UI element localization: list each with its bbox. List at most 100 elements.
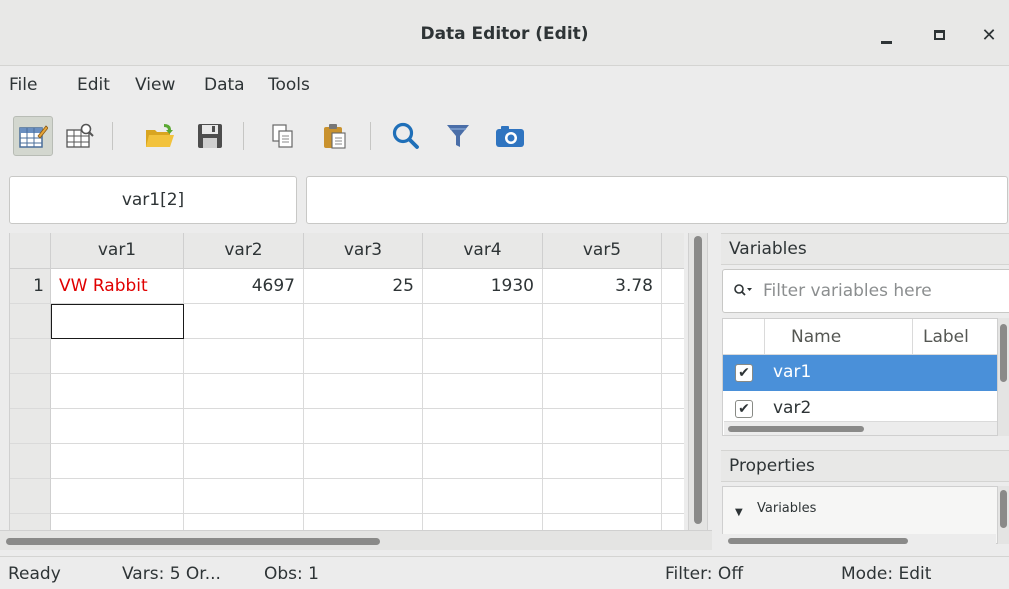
table-cell[interactable] <box>304 514 423 530</box>
scrollbar-thumb[interactable] <box>728 538 908 544</box>
scrollbar-thumb[interactable] <box>694 236 702 524</box>
search-dropdown-icon[interactable] <box>733 283 753 301</box>
table-cell[interactable] <box>423 374 543 409</box>
table-cell[interactable] <box>51 339 184 374</box>
table-cell[interactable]: 4697 <box>184 269 304 304</box>
variable-checkbox[interactable]: ✔ <box>735 364 753 382</box>
table-cell[interactable] <box>423 409 543 444</box>
table-cell[interactable] <box>662 409 684 444</box>
column-header-var1[interactable]: var1 <box>51 233 184 269</box>
row-header[interactable] <box>10 479 51 514</box>
close-button[interactable]: ✕ <box>974 20 1004 50</box>
table-cell[interactable]: 1930 <box>423 269 543 304</box>
name-column-header[interactable]: Name <box>765 319 913 355</box>
table-cell[interactable] <box>184 339 304 374</box>
properties-section-variables[interactable]: Variables <box>757 501 816 516</box>
table-cell[interactable] <box>543 409 662 444</box>
table-cell[interactable] <box>184 374 304 409</box>
menu-data[interactable]: Data <box>204 75 245 95</box>
table-cell[interactable] <box>51 514 184 530</box>
table-cell[interactable] <box>51 444 184 479</box>
variable-filter[interactable] <box>722 269 1009 313</box>
table-cell[interactable] <box>662 269 684 304</box>
corner-header[interactable] <box>10 233 51 269</box>
snapshot-button[interactable] <box>490 116 530 156</box>
table-cell[interactable] <box>423 339 543 374</box>
table-cell[interactable] <box>184 444 304 479</box>
variables-vertical-scrollbar[interactable] <box>998 318 1009 436</box>
label-column-header[interactable]: Label <box>913 319 997 355</box>
table-cell[interactable] <box>51 374 184 409</box>
table-cell[interactable]: 25 <box>304 269 423 304</box>
scrollbar-thumb[interactable] <box>6 538 380 545</box>
variable-filter-input[interactable] <box>763 278 1003 304</box>
paste-button[interactable] <box>315 116 355 156</box>
table-cell[interactable] <box>304 479 423 514</box>
open-button[interactable] <box>140 116 180 156</box>
panel-splitter[interactable] <box>712 233 721 550</box>
row-header[interactable] <box>10 514 51 530</box>
row-header[interactable] <box>10 374 51 409</box>
grid-vertical-scrollbar[interactable] <box>688 233 708 530</box>
table-cell[interactable] <box>304 444 423 479</box>
table-cell[interactable] <box>662 339 684 374</box>
menu-edit[interactable]: Edit <box>77 75 110 95</box>
table-cell[interactable] <box>543 514 662 530</box>
row-header[interactable] <box>10 444 51 479</box>
cell-value-input[interactable] <box>306 176 1008 224</box>
table-cell[interactable] <box>184 514 304 530</box>
save-button[interactable] <box>190 116 230 156</box>
table-cell[interactable] <box>543 444 662 479</box>
menu-view[interactable]: View <box>135 75 175 95</box>
column-header-var2[interactable]: var2 <box>184 233 304 269</box>
scrollbar-thumb[interactable] <box>1000 490 1007 528</box>
scrollbar-thumb[interactable] <box>1000 324 1007 382</box>
table-cell[interactable] <box>304 304 423 339</box>
selected-cell[interactable] <box>51 304 184 339</box>
data-browser-button[interactable] <box>60 116 100 156</box>
table-cell[interactable] <box>662 374 684 409</box>
variable-row-var1[interactable]: ✔ var1 <box>723 355 997 391</box>
table-cell[interactable] <box>662 479 684 514</box>
check-column-header[interactable] <box>723 319 765 355</box>
variables-horizontal-scrollbar[interactable] <box>724 421 997 435</box>
variable-checkbox[interactable]: ✔ <box>735 400 753 418</box>
row-header[interactable] <box>10 409 51 444</box>
data-editor-edit-button[interactable] <box>13 116 53 156</box>
table-cell[interactable] <box>543 479 662 514</box>
row-header[interactable]: 1 <box>10 269 51 304</box>
table-cell[interactable]: VW Rabbit <box>51 269 184 304</box>
table-cell[interactable] <box>662 304 684 339</box>
scrollbar-thumb[interactable] <box>728 426 864 432</box>
row-header[interactable] <box>10 304 51 339</box>
table-cell[interactable] <box>304 339 423 374</box>
table-cell[interactable] <box>304 409 423 444</box>
menu-tools[interactable]: Tools <box>268 75 310 95</box>
table-cell[interactable] <box>662 514 684 530</box>
table-cell[interactable] <box>543 339 662 374</box>
maximize-button[interactable] <box>924 20 954 50</box>
cell-reference-box[interactable]: var1[2] <box>9 176 297 224</box>
table-cell[interactable] <box>184 479 304 514</box>
grid-horizontal-scrollbar[interactable] <box>0 530 712 550</box>
minimize-button[interactable] <box>871 20 901 50</box>
filter-button[interactable] <box>438 116 478 156</box>
table-cell[interactable] <box>184 409 304 444</box>
table-cell[interactable] <box>423 304 543 339</box>
row-header[interactable] <box>10 339 51 374</box>
properties-vertical-scrollbar[interactable] <box>998 486 1009 544</box>
table-cell[interactable] <box>51 479 184 514</box>
search-button[interactable] <box>386 116 426 156</box>
table-cell[interactable] <box>543 374 662 409</box>
table-cell[interactable] <box>184 304 304 339</box>
menu-file[interactable]: File <box>9 75 37 95</box>
table-cell[interactable] <box>543 304 662 339</box>
table-cell[interactable]: 3.78 <box>543 269 662 304</box>
table-cell[interactable] <box>662 444 684 479</box>
table-cell[interactable] <box>51 409 184 444</box>
properties-horizontal-scrollbar[interactable] <box>722 534 996 548</box>
column-header-var3[interactable]: var3 <box>304 233 423 269</box>
column-header-var5[interactable]: var5 <box>543 233 662 269</box>
column-header-var4[interactable]: var4 <box>423 233 543 269</box>
table-cell[interactable] <box>423 444 543 479</box>
